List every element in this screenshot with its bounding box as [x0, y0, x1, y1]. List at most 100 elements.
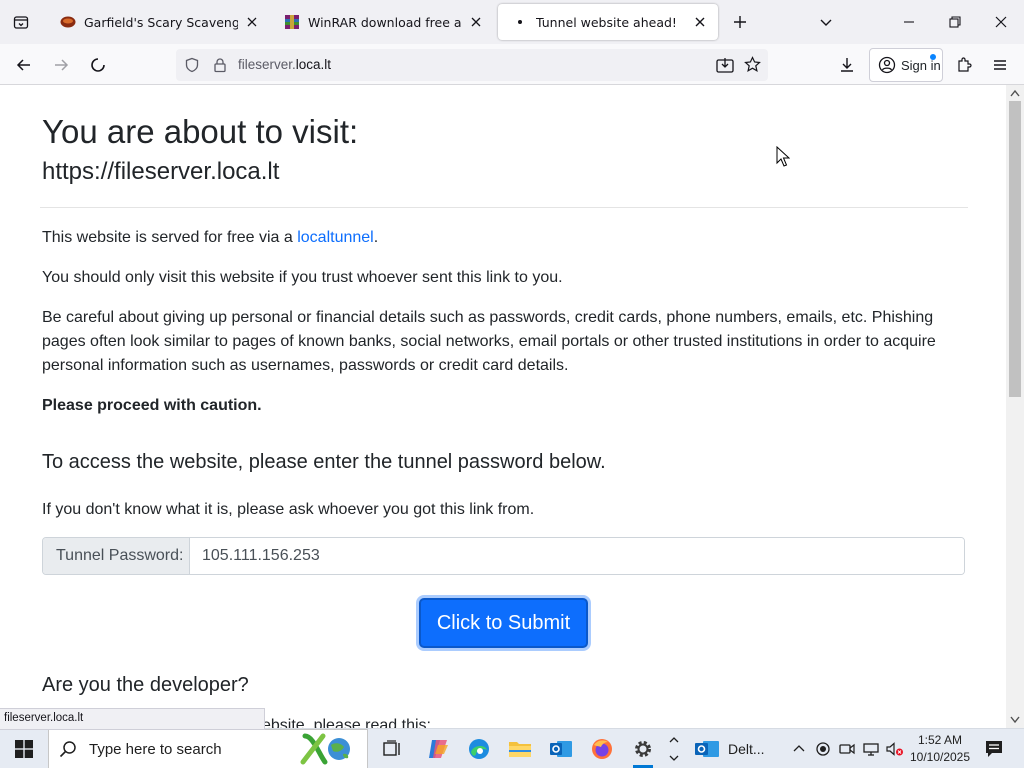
outlook-app-icon: [695, 741, 719, 757]
new-tab-button[interactable]: [726, 8, 754, 36]
taskbar-app-delta[interactable]: Delt...: [694, 731, 774, 767]
file-explorer-button[interactable]: [504, 733, 536, 765]
taskbar-search[interactable]: Type here to search: [48, 729, 368, 768]
copilot-button[interactable]: [422, 733, 454, 765]
clock-time: 1:52 AM: [917, 733, 963, 747]
access-heading: To access the website, please enter the …: [42, 451, 606, 473]
tab-title: WinRAR download free and support: [308, 14, 462, 30]
tunnel-password-label: Tunnel Password:: [43, 538, 190, 574]
page-content: You are about to visit: https://fileserv…: [0, 85, 1006, 728]
url-text[interactable]: fileserver.loca.lt: [238, 57, 331, 72]
scroll-up-arrow-icon[interactable]: [1006, 85, 1024, 101]
download-icon: [841, 58, 853, 72]
close-window-button[interactable]: [978, 0, 1024, 44]
restore-icon: [949, 16, 961, 28]
caution-text: Please proceed with caution.: [42, 397, 262, 414]
folder-icon: [509, 742, 531, 757]
tab-overflow-button[interactable]: [812, 8, 840, 36]
period-text: .: [373, 229, 379, 246]
forward-button[interactable]: [46, 50, 76, 80]
chevron-up-icon: [793, 745, 805, 752]
loading-throbber-icon: [91, 58, 105, 72]
puzzle-piece-icon: [958, 57, 972, 72]
task-view-button[interactable]: [376, 733, 408, 765]
list-all-tabs-button[interactable]: [0, 0, 42, 44]
restore-button[interactable]: [932, 0, 978, 44]
submit-button[interactable]: Click to Submit: [419, 598, 588, 648]
system-clock[interactable]: 1:52 AM 10/10/2025: [905, 732, 975, 766]
back-button[interactable]: [9, 50, 39, 80]
mouse-cursor-icon: [776, 146, 790, 167]
stop-loading-button[interactable]: [83, 50, 113, 80]
tab-garfield[interactable]: Garfield's Scary Scavenger Hunt: [46, 4, 270, 40]
bookmark-star-icon[interactable]: [744, 56, 761, 73]
tab-list-icon: [13, 16, 29, 29]
address-bar[interactable]: fileserver.loca.lt: [176, 49, 768, 81]
network-tray-button[interactable]: [860, 735, 882, 763]
taskbar-scroll-button[interactable]: [660, 733, 688, 765]
tab-winrar[interactable]: WinRAR download free and support: [270, 4, 494, 40]
chevron-down-icon: [820, 19, 832, 26]
search-icon: [59, 741, 76, 758]
shield-icon[interactable]: [184, 57, 200, 73]
volume-muted-icon: [886, 742, 903, 756]
settings-button[interactable]: [627, 733, 659, 768]
copilot-icon: [429, 740, 448, 758]
clock-date: 10/10/2025: [909, 750, 971, 764]
minimize-button[interactable]: [886, 0, 932, 44]
volume-tray-button[interactable]: [884, 735, 906, 763]
gear-icon: [635, 741, 651, 757]
sign-in-button[interactable]: Sign in: [869, 48, 943, 82]
close-tab-icon[interactable]: [468, 14, 484, 30]
link-status-tooltip: fileserver.loca.lt: [0, 708, 265, 730]
tunnel-password-input[interactable]: [190, 538, 964, 574]
extensions-button[interactable]: [949, 50, 979, 80]
tab-title: Garfield's Scary Scavenger Hunt: [84, 14, 238, 30]
notification-dot: [930, 54, 936, 60]
chevron-up-down-icon: [669, 737, 679, 761]
notification-center-button[interactable]: [980, 735, 1008, 763]
windows-logo-icon: [15, 740, 33, 758]
edge-browser-icon: [469, 739, 489, 759]
developer-text-partial: ebsite, please read this:: [262, 717, 431, 728]
tab-tunnel[interactable]: Tunnel website ahead!: [498, 4, 718, 40]
notification-icon: [986, 741, 1002, 757]
firefox-button[interactable]: [586, 733, 618, 765]
url-subdomain: fileserver.: [238, 57, 296, 72]
firefox-icon: [592, 739, 612, 759]
app-menu-button[interactable]: [985, 50, 1015, 80]
target-url: https://fileserver.loca.lt: [42, 158, 280, 185]
winrar-icon: [284, 14, 300, 30]
developer-heading: Are you the developer?: [42, 674, 249, 696]
served-by-text: This website is served for free via a: [42, 229, 298, 246]
garfield-icon: [60, 14, 76, 30]
network-icon: [863, 743, 879, 756]
plus-icon: [734, 16, 746, 28]
outlook-icon: [550, 741, 572, 757]
start-button[interactable]: [0, 729, 48, 768]
vertical-scrollbar[interactable]: [1006, 85, 1024, 728]
search-highlight-icon[interactable]: [299, 732, 361, 766]
scrollbar-thumb[interactable]: [1009, 101, 1021, 397]
arrow-left-icon: [16, 59, 30, 71]
outlook-button[interactable]: [545, 733, 577, 765]
phishing-warning-paragraph: Be careful about giving up personal or f…: [42, 309, 936, 374]
save-to-pocket-icon[interactable]: [716, 57, 734, 73]
meet-now-tray-button[interactable]: [836, 735, 858, 763]
close-tab-icon[interactable]: [244, 14, 260, 30]
camera-icon: [839, 743, 855, 755]
served-by-paragraph: This website is served for free via a lo…: [42, 226, 962, 250]
localtunnel-link[interactable]: localtunnel: [297, 229, 374, 246]
edge-button[interactable]: [463, 733, 495, 765]
scroll-down-arrow-icon[interactable]: [1006, 712, 1024, 728]
record-tray-button[interactable]: [812, 735, 834, 763]
search-placeholder: Type here to search: [89, 740, 222, 758]
divider: [40, 207, 968, 208]
close-tab-icon[interactable]: [692, 14, 708, 30]
lock-icon[interactable]: [212, 57, 228, 73]
downloads-button[interactable]: [832, 50, 862, 80]
show-hidden-icons-button[interactable]: [788, 735, 810, 763]
trust-warning-paragraph: You should only visit this website if yo…: [42, 269, 563, 286]
navigation-toolbar: fileserver.loca.lt Sign in: [0, 44, 1024, 85]
hamburger-menu-icon: [994, 60, 1006, 70]
